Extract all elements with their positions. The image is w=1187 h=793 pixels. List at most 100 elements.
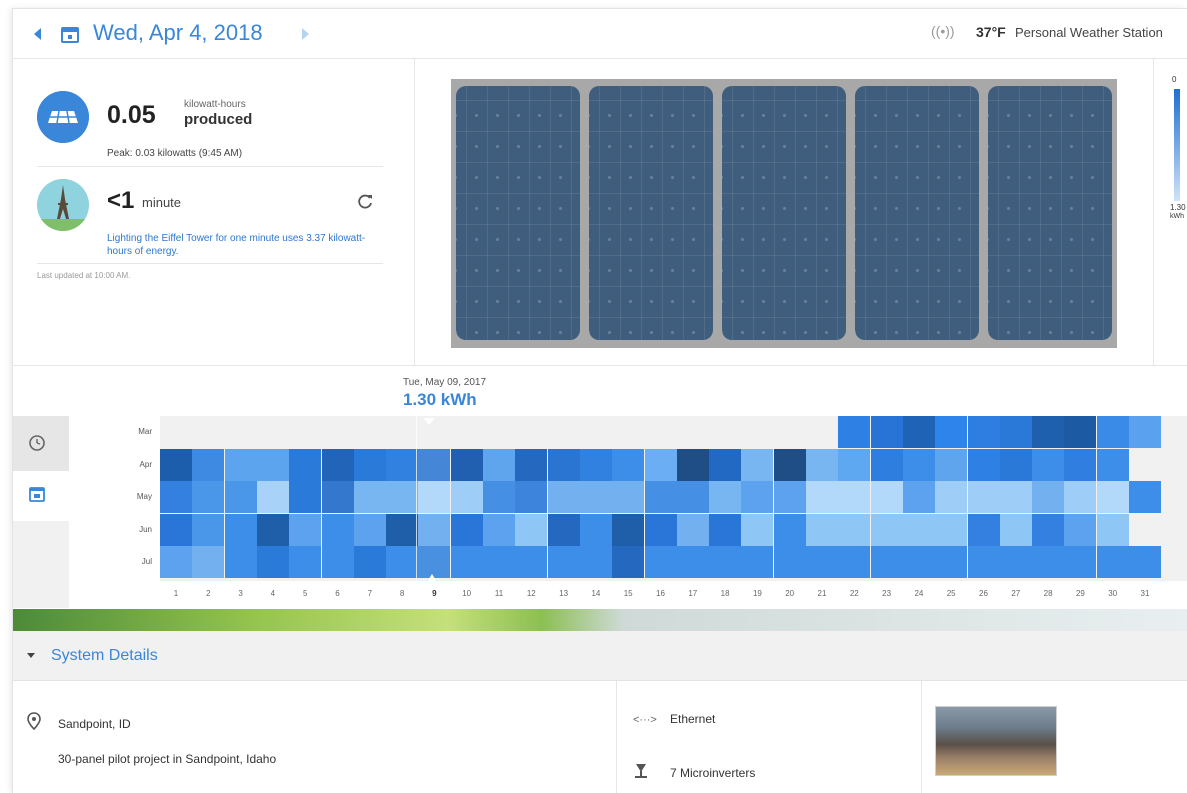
- heatmap-cell[interactable]: [418, 481, 451, 514]
- heatmap-cell[interactable]: [806, 481, 838, 514]
- heatmap-cell[interactable]: [806, 513, 838, 546]
- heatmap-cell[interactable]: [999, 416, 1032, 448]
- heatmap-cell[interactable]: [838, 546, 871, 579]
- heatmap-cell[interactable]: [612, 513, 645, 546]
- heatmap-cell[interactable]: [676, 481, 709, 514]
- heatmap-cell[interactable]: [160, 513, 192, 546]
- heatmap-cell[interactable]: [353, 481, 386, 514]
- heatmap-cell[interactable]: [1032, 416, 1065, 448]
- heatmap-cell[interactable]: [418, 513, 451, 546]
- heatmap-cell[interactable]: [709, 513, 742, 546]
- heatmap-cell[interactable]: [579, 448, 612, 481]
- heatmap-cell[interactable]: [999, 481, 1032, 514]
- heatmap-cell[interactable]: [515, 448, 548, 481]
- calendar-icon[interactable]: [59, 23, 81, 45]
- heatmap-cell[interactable]: [741, 481, 774, 514]
- collapse-caret-icon[interactable]: [27, 653, 35, 658]
- heatmap-cell[interactable]: [935, 513, 968, 546]
- heatmap-cell[interactable]: [386, 513, 419, 546]
- heatmap-cell[interactable]: [806, 448, 838, 481]
- heatmap-cell[interactable]: [256, 481, 289, 514]
- heatmap-cell[interactable]: [386, 448, 419, 481]
- heatmap-cell[interactable]: [870, 416, 903, 448]
- solar-panel[interactable]: [456, 86, 580, 340]
- heatmap-cell[interactable]: [709, 448, 742, 481]
- heatmap-cell[interactable]: [741, 448, 774, 481]
- heatmap-cell[interactable]: [902, 481, 935, 514]
- heatmap-cell[interactable]: [547, 448, 580, 481]
- heatmap-cell[interactable]: [676, 513, 709, 546]
- heatmap-cell[interactable]: [644, 481, 677, 514]
- heatmap-cell[interactable]: [773, 546, 806, 579]
- heatmap-cell[interactable]: [902, 513, 935, 546]
- heatmap-cell[interactable]: [579, 513, 612, 546]
- heatmap-cell[interactable]: [870, 481, 903, 514]
- heatmap-cell[interactable]: [483, 448, 515, 481]
- heatmap-cell[interactable]: [160, 448, 192, 481]
- heatmap-cell[interactable]: [741, 546, 774, 579]
- heatmap-cell[interactable]: [289, 513, 322, 546]
- heatmap-cell[interactable]: [353, 546, 386, 579]
- heatmap-cell[interactable]: [450, 481, 483, 514]
- heatmap-cell[interactable]: [289, 481, 322, 514]
- heatmap-cell[interactable]: [773, 513, 806, 546]
- heatmap-cell[interactable]: [321, 513, 354, 546]
- heatmap-cell[interactable]: [353, 513, 386, 546]
- heatmap-cell[interactable]: [902, 416, 935, 448]
- system-details-title[interactable]: System Details: [51, 647, 158, 665]
- heatmap-cell[interactable]: [999, 546, 1032, 579]
- heatmap-cell[interactable]: [967, 448, 1000, 481]
- heatmap-cell[interactable]: [515, 513, 548, 546]
- heatmap-cell[interactable]: [1032, 448, 1065, 481]
- heatmap-cell[interactable]: [483, 546, 515, 579]
- heatmap-cell[interactable]: [806, 546, 838, 579]
- heatmap-cell[interactable]: [709, 481, 742, 514]
- heatmap-cell[interactable]: [1064, 546, 1097, 579]
- heatmap-cell[interactable]: [1096, 546, 1129, 579]
- heatmap-cell[interactable]: [773, 448, 806, 481]
- heatmap-cell[interactable]: [1096, 513, 1129, 546]
- calendar-view-button[interactable]: [13, 471, 69, 521]
- heatmap-cell[interactable]: [160, 546, 192, 579]
- heatmap-cell[interactable]: [192, 481, 225, 514]
- heatmap-cell[interactable]: [1064, 481, 1097, 514]
- heatmap-cell[interactable]: [224, 546, 257, 579]
- heatmap-cell[interactable]: [321, 481, 354, 514]
- solar-panel[interactable]: [722, 86, 846, 340]
- heatmap-cell[interactable]: [935, 546, 968, 579]
- heatmap-cell[interactable]: [224, 513, 257, 546]
- heatmap-cell[interactable]: [1096, 416, 1129, 448]
- heatmap-cell[interactable]: [967, 416, 1000, 448]
- heatmap-cell[interactable]: [450, 546, 483, 579]
- heatmap-cell[interactable]: [1096, 481, 1129, 514]
- heatmap-cell[interactable]: [999, 513, 1032, 546]
- heatmap-cell[interactable]: [1064, 416, 1097, 448]
- heatmap-cell[interactable]: [160, 481, 192, 514]
- heatmap-cell[interactable]: [256, 513, 289, 546]
- heatmap-cell[interactable]: [935, 481, 968, 514]
- heatmap-cell[interactable]: [321, 546, 354, 579]
- heatmap-cell[interactable]: [483, 513, 515, 546]
- heatmap-cell[interactable]: [289, 546, 322, 579]
- heatmap-cell[interactable]: [547, 481, 580, 514]
- heatmap-cell[interactable]: [418, 448, 451, 481]
- heatmap-cell[interactable]: [515, 546, 548, 579]
- prev-day-icon[interactable]: [31, 23, 45, 45]
- heatmap-cell[interactable]: [1032, 546, 1065, 579]
- heatmap-cell[interactable]: [838, 513, 871, 546]
- heatmap-cell[interactable]: [612, 481, 645, 514]
- heatmap-cell[interactable]: [579, 546, 612, 579]
- heatmap-cell[interactable]: [967, 481, 1000, 514]
- heatmap-cell[interactable]: [870, 546, 903, 579]
- heatmap-cell[interactable]: [999, 448, 1032, 481]
- heatmap-cell[interactable]: [547, 546, 580, 579]
- hourly-view-button[interactable]: [13, 416, 69, 471]
- heatmap-cell[interactable]: [321, 448, 354, 481]
- heatmap-cell[interactable]: [192, 448, 225, 481]
- heatmap-cell[interactable]: [612, 546, 645, 579]
- heatmap-cell[interactable]: [579, 481, 612, 514]
- heatmap-cell[interactable]: [838, 448, 871, 481]
- heatmap-cell[interactable]: [353, 448, 386, 481]
- heatmap-cell[interactable]: [450, 513, 483, 546]
- heatmap-cell[interactable]: [644, 546, 677, 579]
